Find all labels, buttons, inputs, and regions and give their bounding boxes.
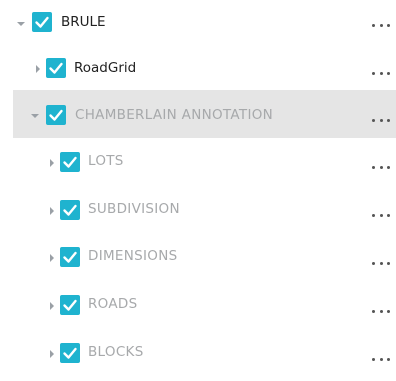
checkbox-checked-icon[interactable] <box>46 105 66 125</box>
checkbox-checked-icon[interactable] <box>60 343 80 363</box>
layer-label-chamberlain-annotation: CHAMBERLAIN ANNOTATION <box>75 107 274 123</box>
checkbox-checked-icon[interactable] <box>60 200 80 220</box>
more-horizontal-icon[interactable] <box>372 356 390 362</box>
more-horizontal-icon[interactable] <box>372 117 390 123</box>
checkbox-checked-icon[interactable] <box>32 12 52 32</box>
layer-label-roads: ROADS <box>88 296 138 312</box>
more-horizontal-icon[interactable] <box>372 260 390 266</box>
chevron-right-icon[interactable] <box>50 159 54 167</box>
layer-label-brule: BRULE <box>61 14 106 30</box>
layer-label-lots: LOTS <box>88 153 124 169</box>
layer-row-subdivision[interactable]: SUBDIVISION <box>0 186 396 234</box>
checkbox-checked-icon[interactable] <box>60 152 80 172</box>
chevron-right-icon[interactable] <box>50 207 54 215</box>
chevron-right-icon[interactable] <box>50 350 54 358</box>
more-horizontal-icon[interactable] <box>372 70 390 76</box>
layer-tree: BRULE RoadGrid CHAMBERLAIN ANNOTATION LO… <box>0 0 396 381</box>
more-horizontal-icon[interactable] <box>372 212 390 218</box>
chevron-down-icon[interactable] <box>17 22 25 26</box>
layer-label-subdivision: SUBDIVISION <box>88 201 180 217</box>
layer-label-dimensions: DIMENSIONS <box>88 248 178 264</box>
chevron-down-icon[interactable] <box>31 114 39 118</box>
checkbox-checked-icon[interactable] <box>60 295 80 315</box>
layer-row-dimensions[interactable]: DIMENSIONS <box>0 233 396 281</box>
chevron-right-icon[interactable] <box>36 65 40 73</box>
layer-row-brule[interactable]: BRULE <box>0 0 396 42</box>
layer-row-roadgrid[interactable]: RoadGrid <box>0 42 396 90</box>
checkbox-checked-icon[interactable] <box>60 247 80 267</box>
layer-row-chamberlain-annotation[interactable]: CHAMBERLAIN ANNOTATION <box>13 90 396 138</box>
layer-row-lots[interactable]: LOTS <box>0 138 396 186</box>
more-horizontal-icon[interactable] <box>372 308 390 314</box>
checkbox-checked-icon[interactable] <box>46 58 66 78</box>
chevron-right-icon[interactable] <box>50 302 54 310</box>
layer-row-roads[interactable]: ROADS <box>0 281 396 329</box>
layer-label-blocks: BLOCKS <box>88 344 144 360</box>
chevron-right-icon[interactable] <box>50 254 54 262</box>
more-horizontal-icon[interactable] <box>372 22 390 28</box>
more-horizontal-icon[interactable] <box>372 164 390 170</box>
layer-label-roadgrid: RoadGrid <box>74 60 137 76</box>
layer-row-blocks[interactable]: BLOCKS <box>0 329 396 377</box>
